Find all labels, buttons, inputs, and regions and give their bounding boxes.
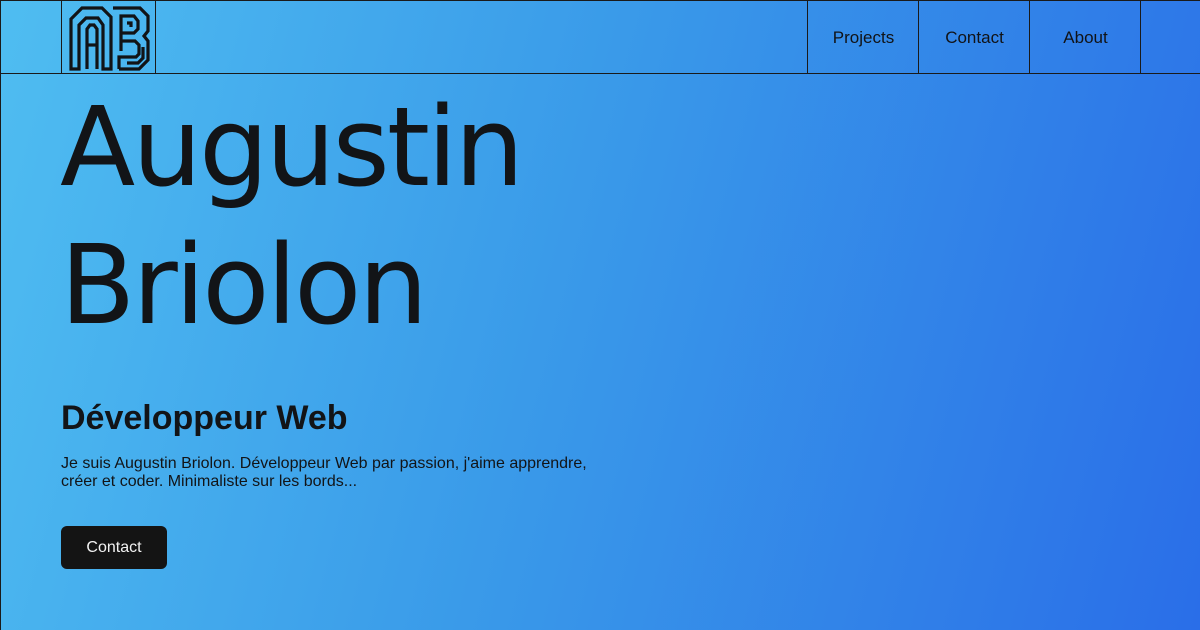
contact-button[interactable]: Contact bbox=[61, 526, 167, 569]
nav-link-about[interactable]: About bbox=[1029, 1, 1141, 74]
home-logo-link[interactable] bbox=[61, 1, 156, 74]
hero-last-name: Briolon bbox=[60, 221, 428, 349]
nav-link-contact[interactable]: Contact bbox=[918, 1, 1030, 74]
nav-divider bbox=[1140, 1, 1141, 74]
ab-monogram-icon bbox=[68, 5, 150, 71]
top-navigation-bar: Projects Contact About bbox=[0, 0, 1200, 74]
hero-name-heading: Augustin Briolon bbox=[60, 78, 524, 354]
hero-subtitle: Développeur Web bbox=[61, 399, 348, 437]
hero-bio: Je suis Augustin Briolon. Développeur We… bbox=[61, 455, 587, 490]
hero-first-name: Augustin bbox=[60, 83, 524, 211]
nav-link-projects[interactable]: Projects bbox=[807, 1, 919, 74]
